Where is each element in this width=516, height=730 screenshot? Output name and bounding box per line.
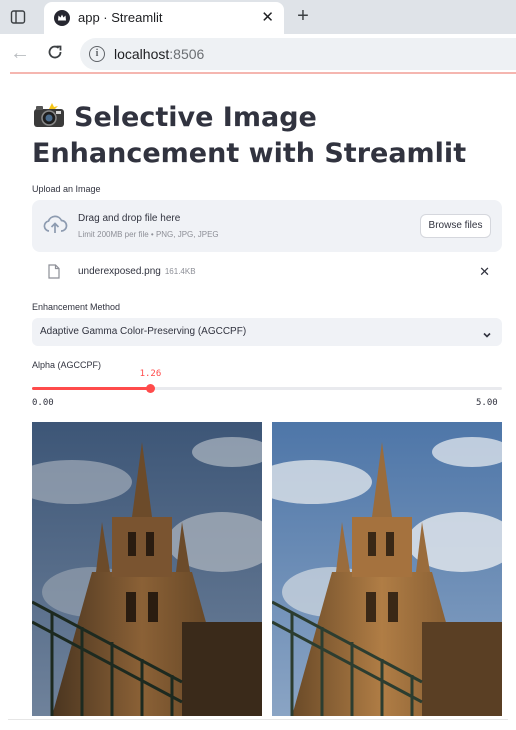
- status-bar: [0, 716, 516, 730]
- browser-tab-bar: app · Streamlit ✕ +: [0, 0, 516, 34]
- browser-tab[interactable]: app · Streamlit ✕: [44, 2, 284, 34]
- enhancement-method-select[interactable]: Adaptive Gamma Color-Preserving (AGCCPF): [32, 318, 502, 346]
- new-tab-icon[interactable]: +: [292, 5, 314, 27]
- dropzone-instructions: Drag and drop file here: [78, 213, 181, 224]
- slider-thumb[interactable]: [146, 384, 156, 393]
- slider-max-label: 5.00: [476, 398, 498, 408]
- slider-fill: [32, 387, 151, 390]
- uploaded-file-name: underexposed.png 161.4KB: [78, 266, 196, 277]
- slider-value: 1.26: [139, 369, 162, 379]
- method-label: Enhancement Method: [32, 302, 121, 312]
- remove-file-icon[interactable]: ✕: [479, 264, 490, 280]
- address-bar[interactable]: i localhost:8506: [80, 38, 516, 70]
- slider-min-label: 0.00: [32, 398, 54, 408]
- file-dropzone[interactable]: Drag and drop file here Limit 200MB per …: [32, 200, 502, 252]
- sidebar-toggle-icon[interactable]: [8, 7, 28, 27]
- tab-title: app · Streamlit: [78, 10, 163, 25]
- tab-close-icon[interactable]: ✕: [261, 10, 274, 26]
- chevron-down-icon: [482, 327, 492, 338]
- alpha-label: Alpha (AGCCPF): [32, 360, 102, 370]
- file-icon: [48, 264, 60, 279]
- reload-icon[interactable]: [45, 42, 67, 64]
- page-title: Selective Image Enhancement with Streaml…: [32, 102, 467, 169]
- uploader-label: Upload an Image: [32, 184, 101, 194]
- back-arrow-icon[interactable]: ←: [10, 42, 32, 64]
- browser-toolbar: ← i localhost:8506: [0, 34, 516, 74]
- uploaded-file-size: 161.4KB: [164, 267, 196, 276]
- original-image: [32, 422, 262, 716]
- url-text: localhost:8506: [114, 46, 205, 62]
- info-icon[interactable]: i: [89, 46, 105, 62]
- select-value: Adaptive Gamma Color-Preserving (AGCCPF): [40, 326, 247, 337]
- app-main: Selective Image Enhancement with Streaml…: [0, 76, 516, 716]
- dropzone-limit-text: Limit 200MB per file • PNG, JPG, JPEG: [78, 230, 219, 239]
- alpha-slider[interactable]: 1.26: [32, 369, 502, 393]
- cloud-upload-icon: [42, 214, 68, 236]
- uploaded-file: underexposed.png 161.4KB ✕: [32, 260, 502, 284]
- browse-files-button[interactable]: Browse files: [420, 214, 491, 238]
- streamlit-crown-icon: [54, 10, 70, 26]
- camera-flash-icon: [32, 103, 66, 129]
- enhanced-image: [272, 422, 502, 716]
- page-load-line: [10, 72, 516, 74]
